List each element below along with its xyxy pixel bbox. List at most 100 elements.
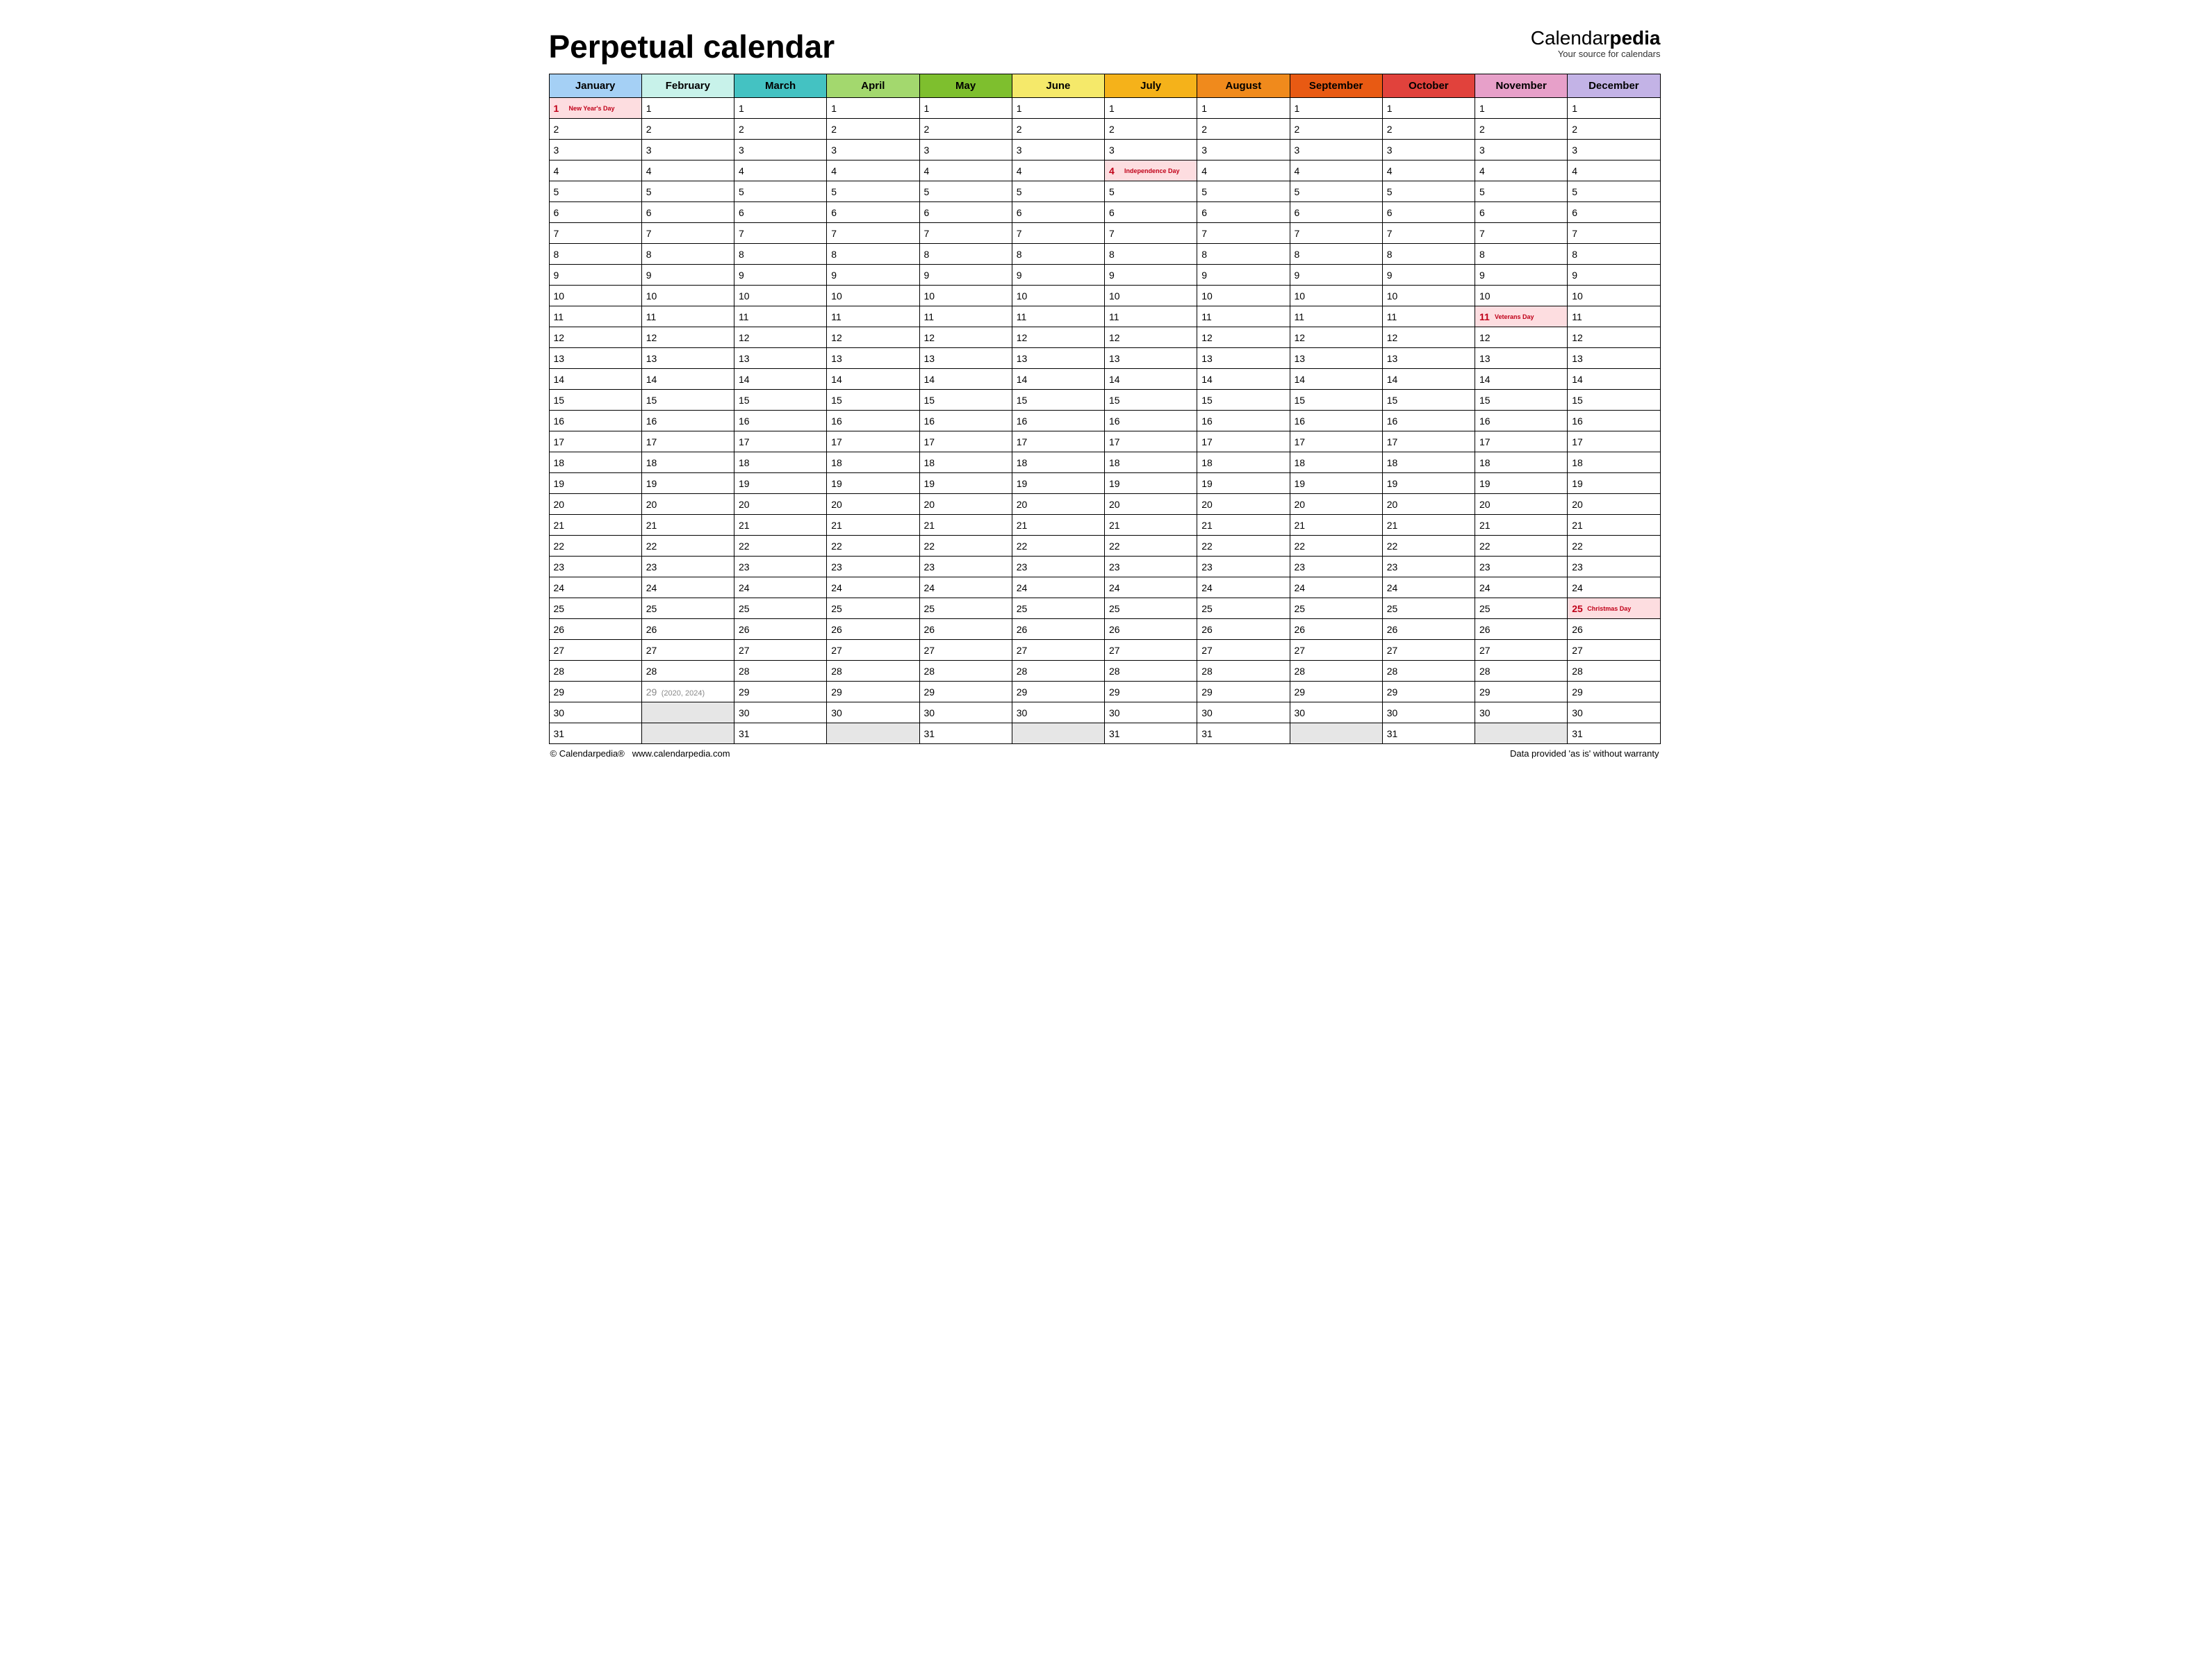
day-cell: 22 (1197, 536, 1290, 557)
day-cell: 11 (1568, 306, 1660, 327)
day-cell: 17 (1105, 431, 1197, 452)
day-cell: 21 (1475, 515, 1568, 536)
day-cell: 11 (734, 306, 827, 327)
day-cell: 21 (1290, 515, 1382, 536)
day-cell: 29 (549, 682, 641, 702)
day-cell: 27 (1197, 640, 1290, 661)
day-cell: 22 (1382, 536, 1475, 557)
day-cell: 17 (1197, 431, 1290, 452)
day-cell: 19 (734, 473, 827, 494)
day-cell: 20 (1197, 494, 1290, 515)
day-cell: 17 (919, 431, 1012, 452)
day-cell: 21 (827, 515, 919, 536)
day-cell: 17 (827, 431, 919, 452)
day-cell: 6 (1290, 202, 1382, 223)
day-cell: 29 (734, 682, 827, 702)
day-cell (827, 723, 919, 744)
day-cell: 26 (734, 619, 827, 640)
day-cell: 4Independence Day (1105, 160, 1197, 181)
day-cell: 29 (1382, 682, 1475, 702)
day-cell: 12 (1012, 327, 1104, 348)
day-cell: 1 (1475, 98, 1568, 119)
day-cell: 2 (1382, 119, 1475, 140)
day-cell: 5 (1475, 181, 1568, 202)
day-cell: 10 (1382, 286, 1475, 306)
day-cell: 10 (827, 286, 919, 306)
day-cell: 11 (1290, 306, 1382, 327)
day-cell: 11 (641, 306, 734, 327)
day-cell: 26 (549, 619, 641, 640)
day-cell: 4 (1382, 160, 1475, 181)
day-cell: 7 (734, 223, 827, 244)
day-cell: 30 (1012, 702, 1104, 723)
day-cell: 3 (641, 140, 734, 160)
day-cell: 7 (1290, 223, 1382, 244)
day-cell: 28 (1290, 661, 1382, 682)
day-cell: 29 (1012, 682, 1104, 702)
day-cell: 12 (641, 327, 734, 348)
day-cell: 14 (1012, 369, 1104, 390)
day-cell: 10 (1197, 286, 1290, 306)
day-cell: 12 (827, 327, 919, 348)
day-cell: 5 (641, 181, 734, 202)
day-cell: 29 (1105, 682, 1197, 702)
day-cell: 15 (641, 390, 734, 411)
month-header-july: July (1105, 74, 1197, 98)
day-cell: 1New Year's Day (549, 98, 641, 119)
day-cell: 28 (919, 661, 1012, 682)
day-cell: 25 (827, 598, 919, 619)
day-cell: 19 (1290, 473, 1382, 494)
day-cell: 9 (827, 265, 919, 286)
day-cell: 27 (1568, 640, 1660, 661)
month-header-april: April (827, 74, 919, 98)
day-cell: 26 (919, 619, 1012, 640)
day-cell: 30 (919, 702, 1012, 723)
day-cell: 30 (734, 702, 827, 723)
day-cell: 2 (919, 119, 1012, 140)
day-cell: 25 (1475, 598, 1568, 619)
day-cell: 7 (1197, 223, 1290, 244)
day-cell: 29 (1197, 682, 1290, 702)
day-cell: 27 (1382, 640, 1475, 661)
day-cell: 31 (1105, 723, 1197, 744)
day-cell: 4 (1197, 160, 1290, 181)
day-cell: 14 (1382, 369, 1475, 390)
day-cell: 17 (641, 431, 734, 452)
day-cell: 22 (1012, 536, 1104, 557)
day-cell: 18 (827, 452, 919, 473)
footer-left: © Calendarpedia® www.calendarpedia.com (550, 748, 730, 759)
day-cell: 9 (1568, 265, 1660, 286)
day-cell: 3 (1197, 140, 1290, 160)
day-cell: 14 (1105, 369, 1197, 390)
day-cell: 22 (1290, 536, 1382, 557)
day-cell: 22 (1105, 536, 1197, 557)
day-cell: 27 (919, 640, 1012, 661)
month-header-january: January (549, 74, 641, 98)
day-cell: 31 (549, 723, 641, 744)
day-cell: 24 (1475, 577, 1568, 598)
day-cell: 14 (1568, 369, 1660, 390)
day-cell: 24 (734, 577, 827, 598)
day-cell: 23 (641, 557, 734, 577)
day-cell: 11 (919, 306, 1012, 327)
day-cell: 13 (1382, 348, 1475, 369)
day-cell: 23 (1568, 557, 1660, 577)
day-cell: 24 (1105, 577, 1197, 598)
day-cell: 7 (1012, 223, 1104, 244)
day-cell: 8 (1290, 244, 1382, 265)
day-cell: 30 (1475, 702, 1568, 723)
day-cell: 9 (1012, 265, 1104, 286)
day-cell: 30 (1290, 702, 1382, 723)
day-cell: 6 (1197, 202, 1290, 223)
calendar-table: JanuaryFebruaryMarchAprilMayJuneJulyAugu… (549, 74, 1661, 744)
day-cell: 4 (1290, 160, 1382, 181)
day-cell: 10 (1475, 286, 1568, 306)
day-cell: 28 (1197, 661, 1290, 682)
day-cell: 14 (641, 369, 734, 390)
day-cell: 1 (734, 98, 827, 119)
day-cell: 24 (1197, 577, 1290, 598)
day-cell: 8 (1105, 244, 1197, 265)
day-cell: 9 (734, 265, 827, 286)
day-cell: 15 (549, 390, 641, 411)
day-cell: 16 (1012, 411, 1104, 431)
